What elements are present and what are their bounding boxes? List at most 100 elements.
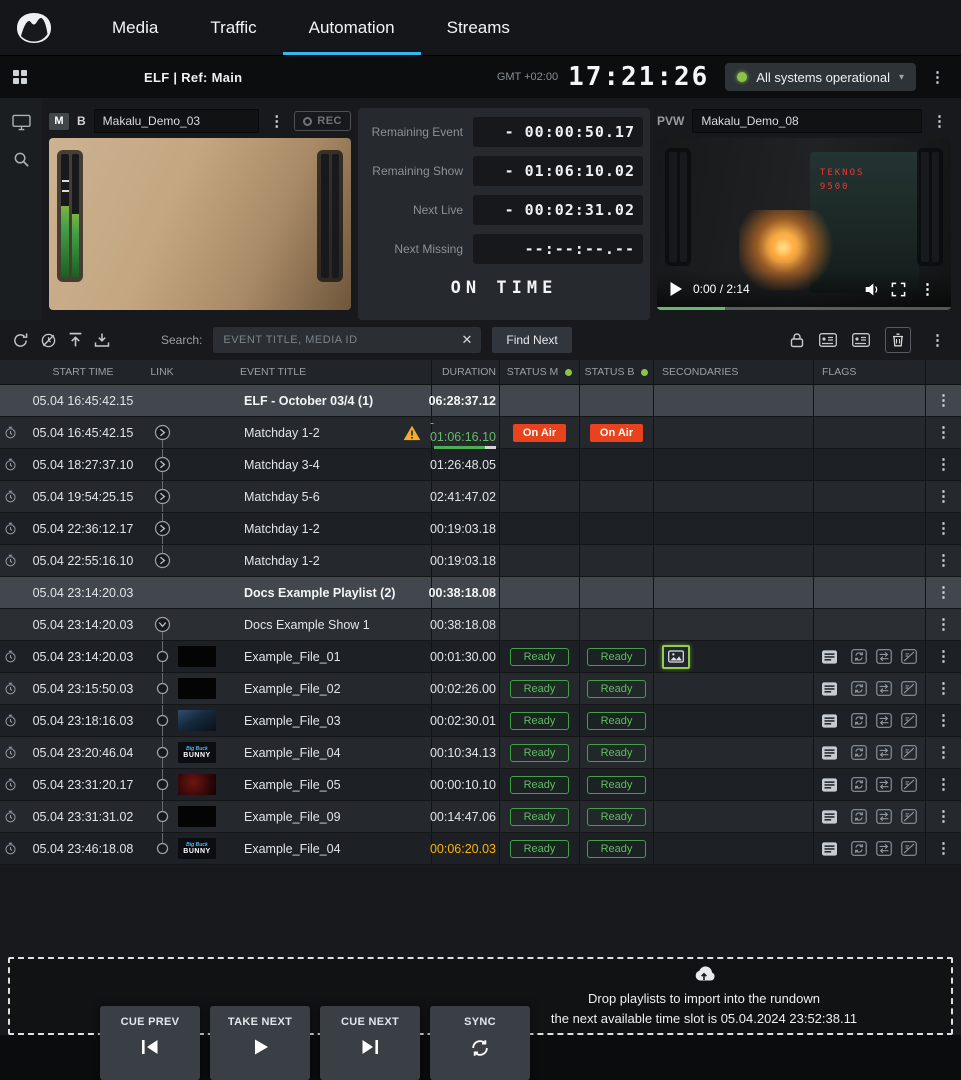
disabled-flag-icon[interactable]	[901, 841, 917, 856]
tab-streams[interactable]: Streams	[421, 0, 536, 55]
makalu-logo-icon[interactable]	[16, 12, 52, 44]
rundown-row[interactable]: 05.04 23:46:18.08Big BuckBUNNYExample_Fi…	[0, 833, 961, 865]
preview-video[interactable]: TEKNOS 9500 0:00 / 2:14	[657, 138, 951, 310]
rundown-row[interactable]: 05.04 23:15:50.03Example_File_0200:02:26…	[0, 673, 961, 705]
swap-flag-icon[interactable]	[876, 841, 892, 856]
row-kebab-button[interactable]: ⋮	[932, 681, 955, 696]
disabled-flag-icon[interactable]	[901, 777, 917, 792]
link-cell[interactable]	[146, 481, 178, 512]
seek-bar[interactable]	[657, 307, 951, 310]
link-cell[interactable]	[146, 801, 178, 832]
link-cell[interactable]	[146, 705, 178, 736]
rundown-row[interactable]: 05.04 23:20:46.04Big BuckBUNNYExample_Fi…	[0, 737, 961, 769]
row-kebab-button[interactable]: ⋮	[932, 713, 955, 728]
col-status-b[interactable]: STATUS B	[579, 360, 653, 384]
rec-button[interactable]: REC	[294, 111, 351, 131]
notes-flag-icon[interactable]	[822, 746, 837, 760]
notes-flag-icon[interactable]	[822, 650, 837, 664]
col-event-title[interactable]: EVENT TITLE	[178, 360, 431, 384]
loop-flag-icon[interactable]	[851, 841, 867, 856]
row-kebab-button[interactable]: ⋮	[932, 457, 955, 472]
monitor-icon[interactable]	[12, 114, 31, 131]
cue-prev-button[interactable]: CUE PREV	[100, 1006, 200, 1080]
rundown-row[interactable]: 05.04 22:55:16.10Matchday 1-200:19:03.18…	[0, 545, 961, 577]
swap-flag-icon[interactable]	[876, 681, 892, 696]
row-kebab-button[interactable]: ⋮	[932, 841, 955, 856]
search-icon[interactable]	[13, 151, 30, 168]
rundown-row[interactable]: 05.04 16:45:42.15ELF - October 03/4 (1)0…	[0, 385, 961, 417]
loop-flag-icon[interactable]	[851, 745, 867, 760]
clock-disabled-icon[interactable]	[40, 332, 57, 349]
secondary-graphic-button[interactable]	[662, 645, 690, 669]
toolbar-kebab-button[interactable]: ⋮	[926, 333, 949, 348]
swap-flag-icon[interactable]	[876, 649, 892, 664]
row-kebab-button[interactable]: ⋮	[932, 393, 955, 408]
swap-flag-icon[interactable]	[876, 777, 892, 792]
tab-traffic[interactable]: Traffic	[184, 0, 282, 55]
loop-flag-icon[interactable]	[851, 777, 867, 792]
disabled-flag-icon[interactable]	[901, 745, 917, 760]
preview-kebab-button[interactable]: ⋮	[928, 114, 951, 129]
loop-flag-icon[interactable]	[851, 713, 867, 728]
sync-button[interactable]: SYNC	[430, 1006, 530, 1080]
rundown-row[interactable]: 05.04 23:14:20.03Example_File_0100:01:30…	[0, 641, 961, 673]
notes-flag-icon[interactable]	[822, 714, 837, 728]
rundown-row[interactable]: 05.04 23:14:20.03Docs Example Show 100:3…	[0, 609, 961, 641]
disabled-flag-icon[interactable]	[901, 713, 917, 728]
row-kebab-button[interactable]: ⋮	[932, 617, 955, 632]
swap-flag-icon[interactable]	[876, 713, 892, 728]
rundown-row[interactable]: 05.04 23:31:31.02Example_File_0900:14:47…	[0, 801, 961, 833]
link-cell[interactable]	[146, 833, 178, 864]
rundown-row[interactable]: 05.04 19:54:25.15Matchday 5-602:41:47.02…	[0, 481, 961, 513]
link-cell[interactable]	[146, 769, 178, 800]
statusbar-kebab-button[interactable]: ⋮	[926, 70, 949, 85]
take-next-button[interactable]: TAKE NEXT	[210, 1006, 310, 1080]
delete-button[interactable]	[885, 327, 911, 353]
col-flags[interactable]: FLAGS	[813, 360, 925, 384]
col-duration[interactable]: DURATION	[431, 360, 499, 384]
grid-icon[interactable]	[12, 69, 28, 85]
notes-flag-icon[interactable]	[822, 778, 837, 792]
disabled-flag-icon[interactable]	[901, 809, 917, 824]
link-cell[interactable]	[146, 545, 178, 576]
download-icon[interactable]	[94, 332, 110, 348]
lock-icon[interactable]	[790, 332, 804, 348]
program-video[interactable]	[49, 138, 351, 310]
disabled-flag-icon[interactable]	[901, 649, 917, 664]
rundown-row[interactable]: 05.04 18:27:37.10Matchday 3-401:26:48.05…	[0, 449, 961, 481]
card-b-icon[interactable]	[852, 333, 870, 347]
row-kebab-button[interactable]: ⋮	[932, 553, 955, 568]
link-cell[interactable]	[146, 417, 178, 448]
notes-flag-icon[interactable]	[822, 842, 837, 856]
search-input[interactable]	[213, 327, 481, 353]
preview-name-input[interactable]	[692, 109, 922, 133]
link-cell[interactable]	[146, 513, 178, 544]
row-kebab-button[interactable]: ⋮	[932, 489, 955, 504]
find-next-button[interactable]: Find Next	[492, 327, 571, 353]
row-kebab-button[interactable]: ⋮	[932, 521, 955, 536]
player-kebab-button[interactable]: ⋮	[916, 282, 939, 297]
link-cell[interactable]	[146, 449, 178, 480]
col-link[interactable]: LINK	[146, 360, 178, 384]
row-kebab-button[interactable]: ⋮	[932, 649, 955, 664]
link-cell[interactable]	[146, 641, 178, 672]
link-cell[interactable]	[146, 609, 178, 640]
row-kebab-button[interactable]: ⋮	[932, 809, 955, 824]
swap-flag-icon[interactable]	[876, 745, 892, 760]
link-cell[interactable]	[146, 737, 178, 768]
row-kebab-button[interactable]: ⋮	[932, 777, 955, 792]
program-kebab-button[interactable]: ⋮	[265, 114, 288, 129]
loop-flag-icon[interactable]	[851, 809, 867, 824]
disabled-flag-icon[interactable]	[901, 681, 917, 696]
cue-next-button[interactable]: CUE NEXT	[320, 1006, 420, 1080]
fullscreen-icon[interactable]	[891, 282, 906, 297]
play-button[interactable]	[669, 281, 683, 297]
loop-flag-icon[interactable]	[851, 649, 867, 664]
volume-icon[interactable]	[864, 282, 881, 297]
loop-flag-icon[interactable]	[851, 681, 867, 696]
col-start-time[interactable]: START TIME	[20, 360, 146, 384]
link-cell[interactable]	[146, 673, 178, 704]
card-a-icon[interactable]	[819, 333, 837, 347]
system-status-dropdown[interactable]: All systems operational ▾	[725, 63, 916, 91]
scroll-to-top-icon[interactable]	[68, 332, 83, 348]
